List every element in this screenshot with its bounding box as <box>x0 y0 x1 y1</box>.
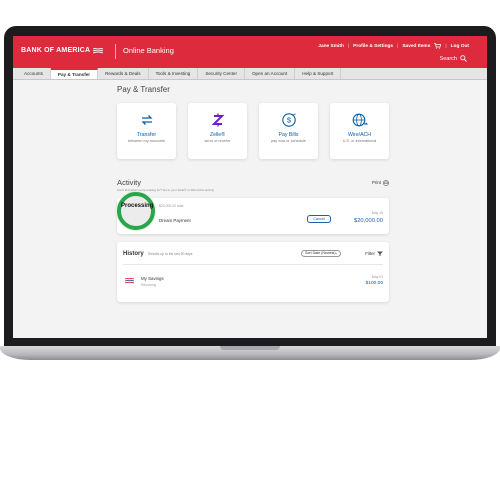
activity-title: Activity <box>117 178 142 187</box>
tab-tools-investing[interactable]: Tools & Investing <box>149 68 199 79</box>
transaction-date: May 03 <box>371 275 383 279</box>
tab-rewards-deals[interactable]: Rewards & Deals <box>98 68 149 79</box>
main-content: Pay & Transfer Transfer between my accou… <box>117 82 389 302</box>
processing-date: May 15 <box>371 211 383 215</box>
separator: | <box>445 43 447 49</box>
card-title: Zelle® <box>209 132 226 138</box>
top-header: BANK OF AMERICA Online Banking Jane Smit… <box>13 36 487 68</box>
wire-ach-card[interactable]: Wire/ACH U.S. or international <box>330 103 389 159</box>
transaction-name[interactable]: My Savings <box>141 276 164 281</box>
print-label: Print <box>371 180 381 185</box>
transaction-amount: $100.00 <box>365 281 383 286</box>
bank-flag-icon <box>125 278 134 284</box>
brand-name: BANK OF AMERICA <box>21 47 91 54</box>
pay-bills-card[interactable]: $ Pay Bills pay now or schedule <box>259 103 318 159</box>
user-name-link[interactable]: Jane Smith <box>318 44 344 49</box>
card-subtitle: send or receive <box>204 139 231 143</box>
activity-header: Activity Print <box>117 178 389 187</box>
separator: | <box>397 43 399 49</box>
search-icon <box>460 55 467 62</box>
zelle-icon <box>211 113 224 127</box>
header-divider <box>115 44 116 59</box>
logout-link[interactable]: Log Out <box>451 44 469 49</box>
transfer-arrows-icon <box>140 115 153 125</box>
transaction-subtitle: Recurring <box>141 283 156 287</box>
sort-value: Sort Date (Newest) <box>305 251 336 255</box>
pay-bills-icon: $ <box>281 113 296 127</box>
history-card: History Results up to the last 90 days S… <box>117 242 389 302</box>
filter-icon <box>377 251 383 256</box>
svg-text:$: $ <box>286 116 291 125</box>
divider <box>123 264 383 265</box>
filter-button[interactable]: Filter <box>365 251 383 256</box>
product-title: Online Banking <box>123 46 174 55</box>
card-title: Transfer <box>136 132 157 138</box>
activity-note: Can't find what you're looking for? Go t… <box>117 188 215 192</box>
search-button[interactable]: Search <box>440 55 467 62</box>
main-nav: Accounts Pay & Transfer Rewards & Deals … <box>13 68 487 80</box>
processing-transaction-card[interactable]: Processing $20,000.00 total Dream Paymen… <box>117 192 389 234</box>
processing-status-label: Processing <box>121 203 154 209</box>
saved-items-link[interactable]: Saved Items <box>402 44 430 49</box>
profile-settings-link[interactable]: Profile & Settings <box>353 44 393 49</box>
sort-dropdown[interactable]: Sort Date (Newest) ⌄ <box>301 250 341 257</box>
history-title: History <box>123 251 144 257</box>
search-label: Search <box>439 55 457 62</box>
print-button[interactable]: Print <box>371 179 389 186</box>
cancel-button[interactable]: Cancel <box>307 215 331 223</box>
page-title: Pay & Transfer <box>117 85 170 94</box>
tab-security-center[interactable]: Security Center <box>198 68 245 79</box>
history-subtitle: Results up to the last 90 days <box>148 252 193 256</box>
laptop-notch <box>220 346 280 350</box>
flag-logo-icon <box>93 47 104 53</box>
chevron-down-icon: ⌄ <box>334 251 338 255</box>
tab-pay-transfer[interactable]: Pay & Transfer <box>50 68 99 79</box>
print-icon <box>383 179 389 186</box>
tab-open-account[interactable]: Open an Account <box>245 68 296 79</box>
filter-label: Filter <box>365 251 375 256</box>
processing-subline: $20,000.00 total <box>159 204 184 208</box>
card-title: Wire/ACH <box>347 132 372 138</box>
tab-help-support[interactable]: Help & Support <box>295 68 342 79</box>
processing-payee: Dream Payment <box>159 218 191 223</box>
zelle-card[interactable]: Zelle® send or receive <box>188 103 247 159</box>
card-title: Pay Bills <box>278 132 299 138</box>
action-cards: Transfer between my accounts Zelle® send… <box>117 103 389 159</box>
user-links: Jane Smith | Profile & Settings | Saved … <box>318 43 469 49</box>
separator: | <box>347 43 350 49</box>
globe-icon <box>352 113 368 127</box>
bank-logo[interactable]: BANK OF AMERICA <box>21 47 104 54</box>
processing-amount: $20,000.00 <box>353 218 383 224</box>
browser-viewport: BANK OF AMERICA Online Banking Jane Smit… <box>13 36 487 338</box>
tab-accounts[interactable]: Accounts <box>17 68 51 79</box>
card-subtitle: pay now or schedule <box>271 139 306 143</box>
card-subtitle: U.S. or international <box>342 139 377 143</box>
cart-icon[interactable] <box>434 43 442 49</box>
card-subtitle: between my accounts <box>128 139 165 143</box>
processing-highlight-circle <box>117 192 155 230</box>
transfer-card[interactable]: Transfer between my accounts <box>117 103 176 159</box>
